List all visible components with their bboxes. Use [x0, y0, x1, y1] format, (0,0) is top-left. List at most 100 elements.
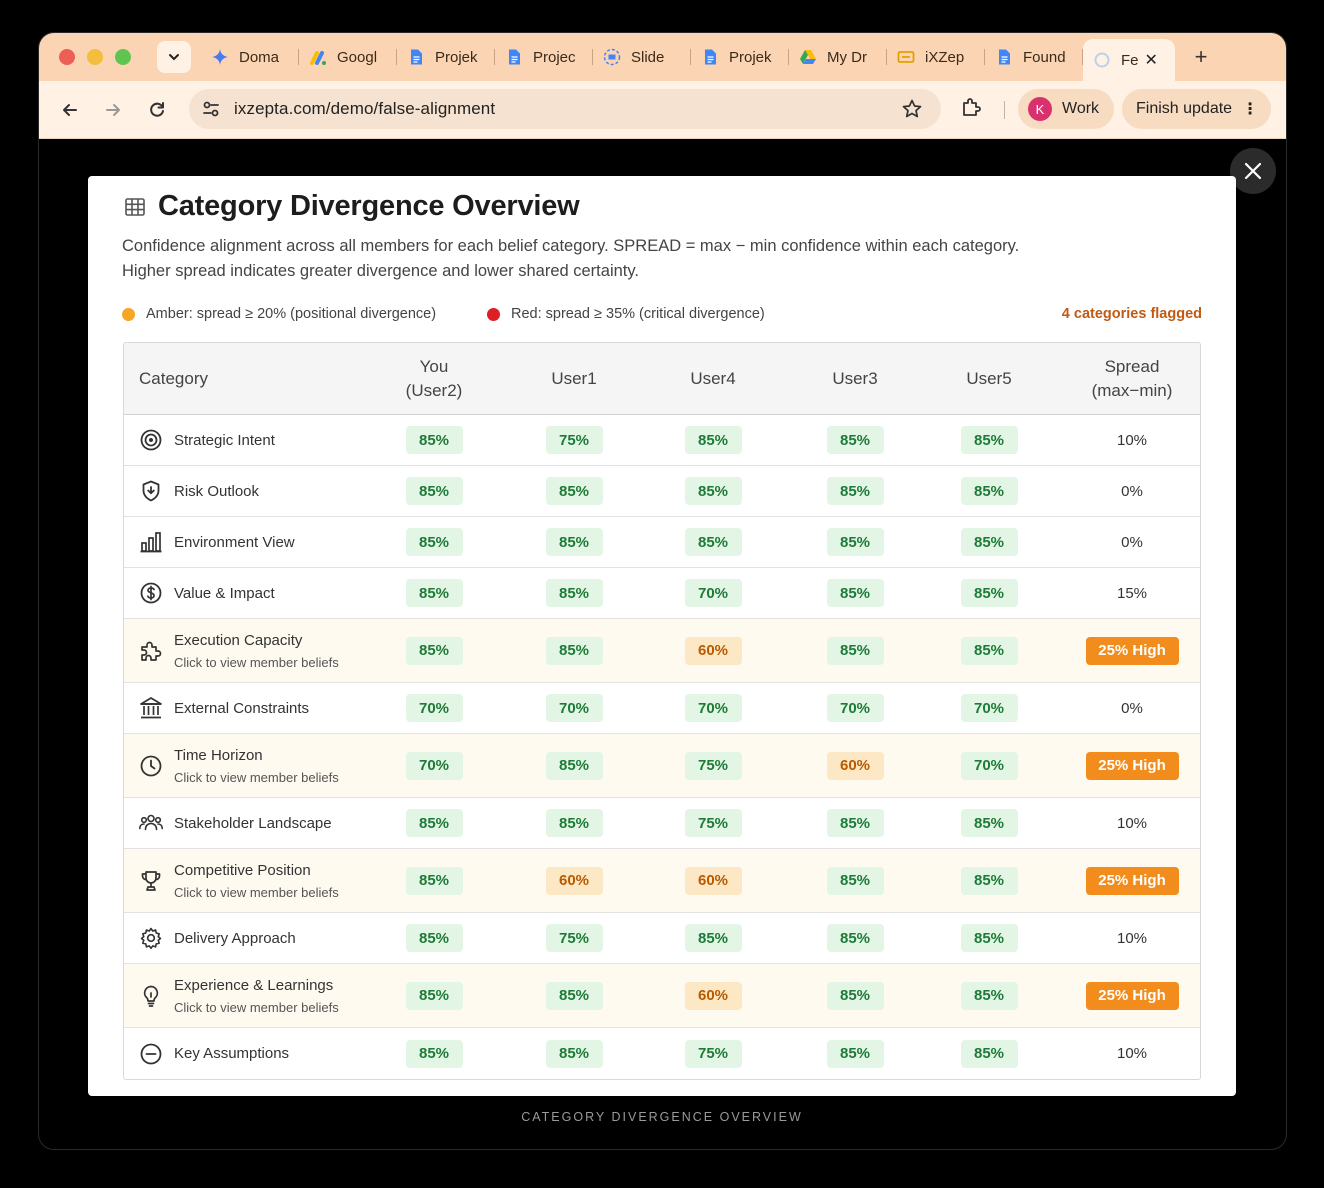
category-name: Time Horizon: [174, 746, 263, 764]
bookmark-star-icon[interactable]: [901, 98, 923, 125]
confidence-badge: 85%: [684, 477, 742, 505]
browser-tab[interactable]: Googl: [299, 39, 397, 75]
bar-chart-icon: [138, 529, 164, 555]
confidence-badge: 85%: [826, 636, 884, 665]
member-confidence-cell: 85%: [394, 798, 474, 848]
url-text: ixzepta.com/demo/false-alignment: [234, 99, 496, 118]
spread-high-badge: 25% High: [1085, 636, 1179, 665]
site-settings-icon[interactable]: [201, 99, 221, 124]
tab-close-icon[interactable]: ✕: [1145, 50, 1158, 70]
browser-tab[interactable]: Doma: [201, 39, 299, 75]
member-confidence-cell: 85%: [815, 1028, 895, 1079]
member-confidence-cell: 85%: [534, 798, 614, 848]
confidence-badge: 85%: [826, 528, 884, 556]
header-user1: User1: [551, 369, 597, 388]
tab-title: Found: [1023, 48, 1066, 66]
table-row[interactable]: Execution Capacity Click to view member b…: [124, 619, 1200, 683]
table-row[interactable]: Experience & Learnings Click to view memb…: [124, 964, 1200, 1028]
member-confidence-cell: 85%: [949, 619, 1029, 682]
category-name: Execution Capacity: [174, 631, 303, 649]
bank-icon: [138, 695, 164, 721]
legend-amber: Amber: spread ≥ 20% (positional divergen…: [122, 306, 436, 322]
category-cell: Execution Capacity Click to view member b…: [138, 619, 339, 682]
browser-tab[interactable]: Projek: [691, 39, 789, 75]
close-modal-button[interactable]: [1230, 148, 1276, 194]
table-row: Strategic Intent 85% 75% 85% 85% 85% 10%: [124, 415, 1200, 466]
member-confidence-cell: 60%: [673, 964, 753, 1027]
browser-tab[interactable]: Found: [985, 39, 1083, 75]
member-confidence-cell: 70%: [394, 683, 474, 733]
address-bar[interactable]: ixzepta.com/demo/false-alignment: [189, 89, 941, 129]
new-tab-button[interactable]: +: [1183, 39, 1219, 75]
tab-title: Slide: [631, 48, 665, 66]
member-confidence-cell: 75%: [534, 415, 614, 465]
category-cell: Experience & Learnings Click to view memb…: [138, 964, 339, 1027]
member-confidence-cell: 85%: [815, 466, 895, 516]
flagged-count: 4 categories flagged: [1061, 306, 1202, 322]
table-row[interactable]: Time Horizon Click to view member beliefs…: [124, 734, 1200, 798]
confidence-badge: 85%: [545, 477, 603, 505]
confidence-badge: 85%: [960, 636, 1018, 665]
spread-value: 0%: [1121, 699, 1143, 717]
browser-tab[interactable]: My Dr: [789, 39, 887, 75]
docs-icon: [505, 48, 523, 66]
header-user4: User4: [690, 369, 736, 388]
confidence-badge: 85%: [684, 528, 742, 556]
view-member-beliefs-link[interactable]: Click to view member beliefs: [174, 885, 339, 900]
browser-tab[interactable]: iXZep: [887, 39, 985, 75]
browser-tab[interactable]: Fe ✕: [1083, 39, 1175, 81]
view-member-beliefs-link[interactable]: Click to view member beliefs: [174, 1000, 339, 1015]
member-confidence-cell: 85%: [394, 415, 474, 465]
confidence-badge: 60%: [684, 636, 742, 665]
minus-circle-icon: [138, 1041, 164, 1067]
minimize-window-button[interactable]: [87, 49, 103, 65]
confidence-badge: 85%: [405, 636, 463, 665]
spread-cell: 0%: [1072, 466, 1192, 516]
category-name: External Constraints: [174, 699, 310, 717]
confidence-badge: 75%: [684, 751, 742, 780]
divergence-table: Category You (User2) User1 User4 User3 Us…: [123, 342, 1201, 1080]
member-confidence-cell: 85%: [673, 415, 753, 465]
member-confidence-cell: 85%: [949, 964, 1029, 1027]
view-member-beliefs-link[interactable]: Click to view member beliefs: [174, 655, 339, 670]
browser-tab[interactable]: Projek: [397, 39, 495, 75]
slides-icon: [603, 48, 621, 66]
maximize-window-button[interactable]: [115, 49, 131, 65]
category-cell: Strategic Intent: [138, 415, 275, 465]
member-confidence-cell: 85%: [949, 466, 1029, 516]
member-confidence-cell: 85%: [394, 849, 474, 912]
finish-update-button[interactable]: Finish update ⋮: [1122, 89, 1271, 129]
gear-icon: [138, 925, 164, 951]
member-confidence-cell: 85%: [534, 734, 614, 797]
profile-button[interactable]: K Work: [1018, 89, 1114, 129]
member-confidence-cell: 85%: [673, 913, 753, 963]
category-name: Stakeholder Landscape: [174, 814, 332, 832]
tab-title: My Dr: [827, 48, 867, 66]
confidence-badge: 75%: [545, 426, 603, 454]
member-confidence-cell: 85%: [949, 568, 1029, 618]
category-name: Delivery Approach: [174, 929, 296, 947]
legend-red: Red: spread ≥ 35% (critical divergence): [487, 306, 765, 322]
table-row[interactable]: Competitive Position Click to view member…: [124, 849, 1200, 913]
people-icon: [138, 810, 164, 836]
reload-button[interactable]: [142, 95, 172, 125]
category-name: Strategic Intent: [174, 431, 275, 449]
tab-search-button[interactable]: [157, 41, 191, 73]
confidence-badge: 70%: [960, 751, 1018, 780]
forward-button[interactable]: [98, 95, 128, 125]
extensions-button[interactable]: [959, 95, 983, 124]
spread-high-badge: 25% High: [1085, 866, 1179, 895]
category-cell: Delivery Approach: [138, 913, 296, 963]
close-window-button[interactable]: [59, 49, 75, 65]
confidence-badge: 85%: [826, 1039, 884, 1068]
browser-tab[interactable]: Projec: [495, 39, 593, 75]
member-confidence-cell: 85%: [394, 619, 474, 682]
browser-tab[interactable]: Slide: [593, 39, 691, 75]
dollar-icon: [138, 580, 164, 606]
back-button[interactable]: [55, 95, 85, 125]
member-confidence-cell: 85%: [394, 466, 474, 516]
tab-title: Projek: [729, 48, 772, 66]
finish-update-label: Finish update: [1136, 100, 1233, 117]
view-member-beliefs-link[interactable]: Click to view member beliefs: [174, 770, 339, 785]
member-confidence-cell: 85%: [949, 849, 1029, 912]
